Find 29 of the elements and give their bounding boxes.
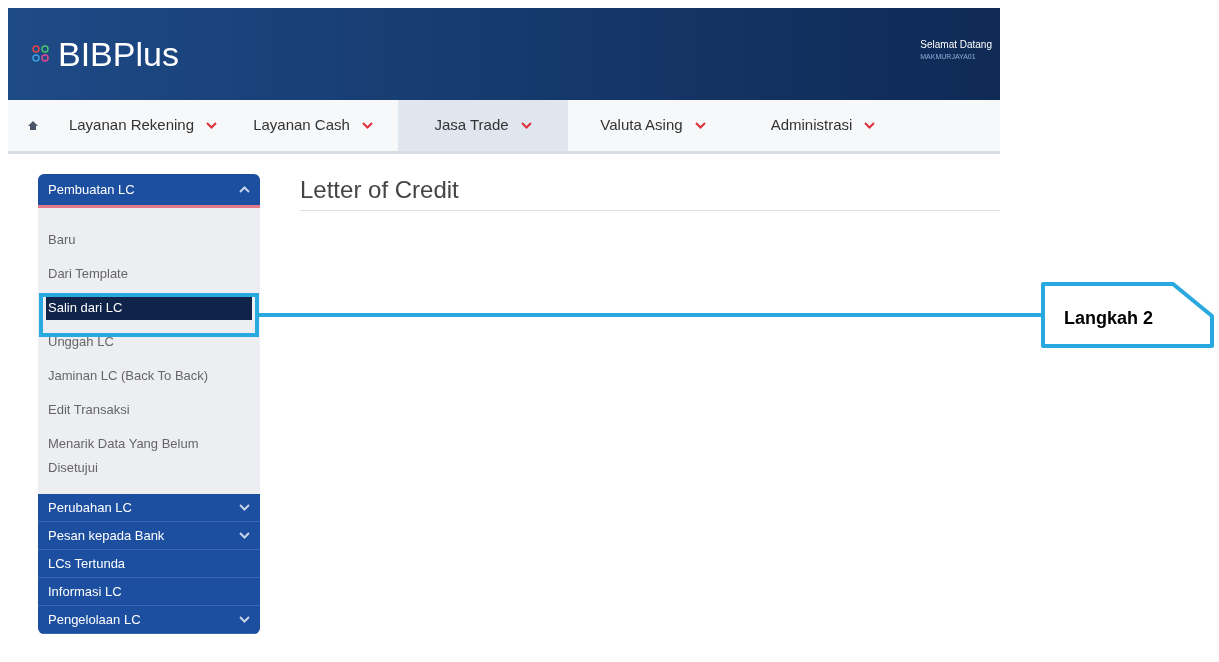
nav-tab[interactable]: Layanan Rekening — [58, 100, 228, 151]
page-title: Letter of Credit — [300, 172, 1000, 211]
sidebar-item[interactable]: Edit Transaksi — [46, 398, 252, 422]
sidebar-item[interactable]: Menarik Data Yang Belum Disetujui — [46, 432, 252, 480]
chevron-down-icon — [206, 122, 218, 129]
nav-tab[interactable]: Valuta Asing — [568, 100, 738, 151]
sidebar-item[interactable]: Unggah LC — [46, 330, 252, 354]
home-icon[interactable] — [28, 121, 38, 130]
sidebar-item[interactable]: Baru — [46, 228, 252, 252]
sidebar-item[interactable]: Jaminan LC (Back To Back) — [46, 364, 252, 388]
nav-tab[interactable]: Administrasi — [738, 100, 908, 151]
chevron-down-icon — [361, 122, 373, 129]
nav-tab[interactable]: Layanan Cash — [228, 100, 398, 151]
chevron-down-icon — [694, 122, 706, 129]
callout-label: Langkah 2 — [1064, 307, 1154, 330]
logo-icon — [32, 45, 50, 63]
chevron-down-icon — [864, 122, 876, 129]
sidebar-section[interactable]: Pembuatan LC — [38, 174, 260, 208]
sidebar-section[interactable]: Perubahan LC — [38, 494, 260, 522]
chevron-down-icon — [520, 122, 532, 129]
sidebar-section[interactable]: Pengelolaan LC — [38, 606, 260, 634]
nav-tab[interactable]: Jasa Trade — [398, 100, 568, 151]
greeting-text: Selamat Datang — [920, 38, 992, 53]
sidebar-section[interactable]: Informasi LC — [38, 578, 260, 606]
app-logo: BIBPlus — [58, 37, 179, 71]
sidebar-section[interactable]: LCs Tertunda — [38, 550, 260, 578]
sidebar-section[interactable]: Pesan kepada Bank — [38, 522, 260, 550]
sidebar-item[interactable]: Dari Template — [46, 262, 252, 286]
sidebar-item[interactable]: Salin dari LC — [46, 296, 252, 320]
